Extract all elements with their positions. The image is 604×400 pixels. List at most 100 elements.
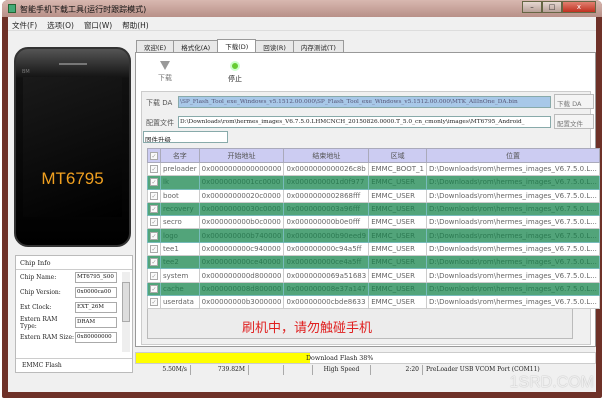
ram-size-value[interactable]: 0x80000000 [75, 332, 117, 343]
progress-bar: Download Flash 38% [135, 352, 596, 364]
tab-memory-test[interactable]: 内存测试(T) [292, 40, 344, 52]
col-location[interactable]: 位置 [426, 148, 600, 163]
col-end[interactable]: 结束地址 [283, 148, 370, 163]
table-row[interactable]: ✓ secro 0x000000000b0c0000 0x000000000b0e0f… [147, 215, 600, 230]
tab-format[interactable]: 格式化(A) [173, 40, 219, 52]
partition-name: lk [160, 175, 200, 190]
download-da-button[interactable]: 下载 DA [554, 94, 594, 109]
chip-info-scrollbar[interactable] [122, 272, 130, 352]
location: D:\Downloads\rom\hermes_images_V6.7.5.0.… [426, 161, 600, 177]
row-checkbox[interactable]: ✓ [150, 284, 158, 293]
row-checkbox[interactable]: ✓ [150, 165, 158, 174]
region: EMMC_USER [368, 241, 428, 257]
title-bar: 智能手机下载工具(运行时跟踪模式) – □ x [2, 0, 602, 17]
chip-name-value[interactable]: MT6795_S00 [75, 272, 117, 283]
end-address: 0x00000000cbde8633 [283, 294, 370, 310]
region: EMMC_USER [368, 215, 428, 230]
chip-version-value[interactable]: 0x0000ca00 [75, 287, 117, 298]
region: EMMC_USER [368, 255, 428, 270]
table-row[interactable]: ✓ boot 0x00000000020c0000 0x0000000002868ff… [147, 188, 600, 203]
row-checkbox[interactable]: ✓ [150, 258, 158, 267]
partition-name: preloader [160, 161, 200, 177]
menu-file[interactable]: 文件(F) [12, 20, 37, 30]
close-button[interactable]: x [562, 1, 596, 13]
select-all-checkbox[interactable]: ✓ [150, 151, 158, 160]
partition-table: ✓ 名字 开始地址 结束地址 区域 位置 ✓ preloader 0x0000000… [147, 148, 600, 310]
chip-field-label: Ext Clock: [20, 304, 52, 311]
begin-address: 0x0000000000000000 [198, 161, 285, 177]
begin-address: 0x000000000d800000 [198, 268, 285, 283]
col-region[interactable]: 区域 [368, 148, 428, 163]
tab-readback[interactable]: 回读(R) [255, 40, 294, 52]
menu-help[interactable]: 帮助(H) [122, 20, 149, 30]
download-button[interactable]: 下载 [158, 61, 172, 83]
row-checkbox[interactable]: ✓ [150, 191, 158, 200]
table-row[interactable]: ✓ cache 0x000000008d800000 0x000000008e37a1… [147, 281, 600, 296]
region: EMMC_USER [368, 175, 428, 190]
table-row[interactable]: ✓ tee2 0x000000000ce40000 0x000000000ce4a5f… [147, 255, 600, 270]
end-address: 0x000000000c94a5ff [283, 241, 370, 257]
scatter-file-select[interactable]: D:\Downloads\rom\hermes_images_V6.7.5.0.… [178, 116, 551, 128]
location: D:\Downloads\rom\hermes_images_V6.7.5.0.… [426, 201, 600, 217]
ram-type-value[interactable]: DRAM [75, 317, 117, 328]
tab-download[interactable]: 下载(D) [217, 39, 257, 52]
chip-info-row: Chip Name: MT6795_S00 [16, 270, 132, 285]
chip-field-label: Chip Name: [20, 274, 57, 281]
begin-address: 0x00000000020c0000 [198, 188, 285, 203]
table-row[interactable]: ✓ lk 0x0000000001cc0000 0x0000000001d0f977 E… [147, 175, 600, 190]
app-window: 智能手机下载工具(运行时跟踪模式) – □ x 文件(F) 选项(O) 窗口(W… [2, 0, 602, 398]
download-panel: 下载 停止 下载 DA \SP_Flash_Tool_exe_Windows_v… [135, 52, 600, 347]
row-checkbox[interactable]: ✓ [150, 178, 158, 187]
row-checkbox[interactable]: ✓ [150, 271, 158, 280]
chip-info-row: Extern RAM Type: DRAM [16, 315, 132, 330]
progress-text: Download Flash 38% [306, 355, 374, 362]
status-time: 2:20 [371, 365, 423, 375]
window-title: 智能手机下载工具(运行时跟踪模式) [20, 5, 147, 14]
table-row[interactable]: ✓ system 0x000000000d800000 0x0000000069a51… [147, 268, 600, 283]
row-checkbox[interactable]: ✓ [150, 244, 158, 253]
begin-address: 0x00000000030c0000 [198, 201, 285, 217]
ext-clock-value[interactable]: EXT_26M [75, 302, 117, 313]
row-checkbox[interactable]: ✓ [150, 205, 158, 214]
end-address: 0x0000000002868fff [283, 188, 370, 203]
speaker-icon [59, 63, 87, 65]
end-address: 0x0000000003a96fff [283, 201, 370, 217]
region: EMMC_USER [368, 268, 428, 283]
col-begin[interactable]: 开始地址 [198, 148, 285, 163]
partition-name: secro [160, 215, 200, 230]
phone-label: BM [22, 69, 30, 75]
region: EMMC_USER [368, 201, 428, 217]
table-row[interactable]: ✓ preloader 0x0000000000000000 0x0000000000… [147, 161, 600, 177]
table-row[interactable]: ✓ logo 0x000000000b740000 0x000000000b90eed… [147, 228, 600, 243]
stop-button[interactable]: 停止 [228, 61, 242, 84]
end-address: 0x000000000b0e0fff [283, 215, 370, 230]
col-name[interactable]: 名字 [160, 148, 200, 163]
chip-info-panel: Chip Info Chip Name: MT6795_S00 Chip Vers… [15, 255, 133, 373]
table-row[interactable]: ✓ recovery 0x00000000030c0000 0x0000000003a… [147, 201, 600, 217]
download-arrow-icon [160, 61, 170, 70]
menu-window[interactable]: 窗口(W) [84, 20, 112, 30]
da-path-input[interactable]: \SP_Flash_Tool_exe_Windows_v5.1512.00.00… [178, 96, 551, 108]
settings-area: 下载 DA \SP_Flash_Tool_exe_Windows_v5.1512… [141, 91, 600, 345]
location: D:\Downloads\rom\hermes_images_V6.7.5.0.… [426, 268, 600, 283]
status-empty-2 [284, 365, 313, 375]
chip-model: MT6795 [41, 169, 104, 188]
emmc-flash-label: EMMC Flash [16, 358, 132, 372]
maximize-button[interactable]: □ [542, 1, 562, 13]
table-row[interactable]: ✓ tee1 0x000000000c940000 0x000000000c94a5f… [147, 241, 600, 257]
mode-select[interactable]: 固件升级 [143, 131, 228, 143]
minimize-button[interactable]: – [522, 1, 542, 13]
app-icon [8, 4, 16, 13]
begin-address: 0x000000000c940000 [198, 241, 285, 257]
location: D:\Downloads\rom\hermes_images_V6.7.5.0.… [426, 281, 600, 296]
location: D:\Downloads\rom\hermes_images_V6.7.5.0.… [426, 175, 600, 190]
scatter-file-button[interactable]: 配置文件 [554, 114, 594, 129]
location: D:\Downloads\rom\hermes_images_V6.7.5.0.… [426, 255, 600, 270]
row-checkbox[interactable]: ✓ [150, 218, 158, 227]
stop-label: 停止 [228, 75, 242, 83]
row-checkbox[interactable]: ✓ [150, 231, 158, 240]
menu-options[interactable]: 选项(O) [47, 20, 74, 30]
row-checkbox[interactable]: ✓ [150, 298, 158, 307]
tab-welcome[interactable]: 欢迎(E) [136, 40, 175, 52]
table-row[interactable]: ✓ userdata 0x00000000b3000000 0x00000000cbd… [147, 294, 600, 310]
